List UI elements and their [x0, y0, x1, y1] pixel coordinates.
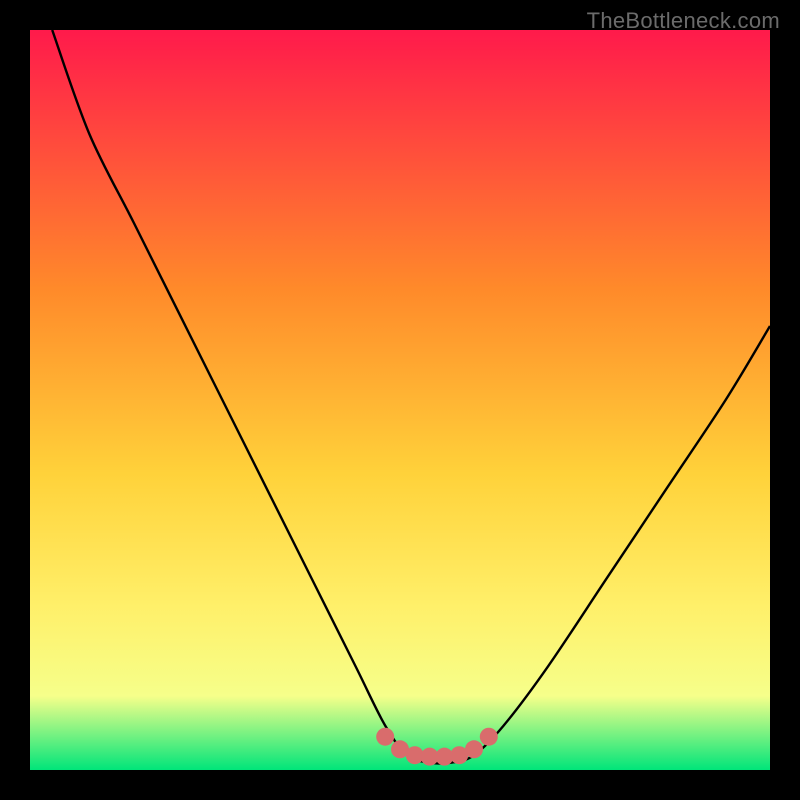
optimal-marker: [465, 740, 483, 758]
chart-area: [30, 30, 770, 770]
optimal-marker: [480, 728, 498, 746]
bottleneck-curve: [30, 30, 770, 770]
optimal-marker: [376, 728, 394, 746]
watermark-text: TheBottleneck.com: [587, 8, 780, 34]
